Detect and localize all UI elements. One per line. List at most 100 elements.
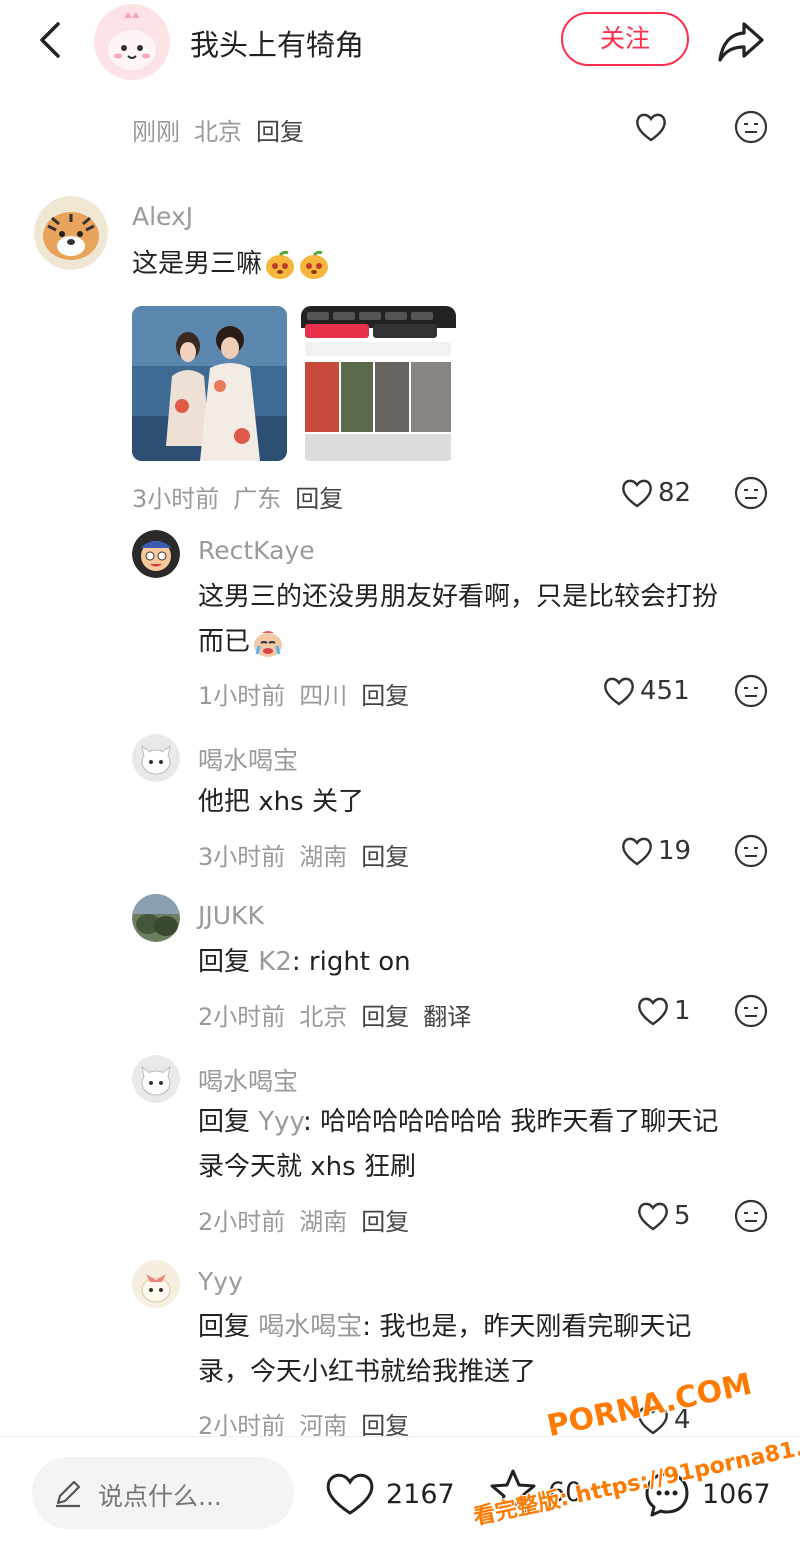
comment-photo-screenshot[interactable] (301, 306, 456, 461)
comment-username[interactable]: AlexJ (132, 202, 193, 231)
emoji-reaction-icon[interactable] (734, 994, 768, 1028)
avatar-jjukk[interactable] (132, 894, 180, 942)
reply-link[interactable]: 回复 (295, 485, 343, 513)
emoji-reaction-icon[interactable] (734, 110, 768, 144)
reply-meta: 2小时前 北京 回复 翻译 (198, 997, 485, 1032)
post-like-count: 2167 (386, 1478, 455, 1510)
avatar-heshuihebao[interactable] (132, 1055, 180, 1103)
reply-meta: 2小时前 湖南 回复 (198, 1202, 423, 1237)
like-heart-icon[interactable] (634, 110, 668, 144)
reply-like-button[interactable]: 5 (636, 1199, 691, 1233)
avatar-alexj[interactable] (34, 196, 108, 270)
comment-meta: 3小时前 广东 回复 (132, 479, 357, 514)
reply-username[interactable]: RectKaye (198, 536, 315, 565)
reply-text-line: 这男三的还没男朋友好看啊，只是比较会打扮 (198, 582, 719, 612)
mango-emoji-icon (298, 249, 330, 281)
post-comment-count: 1067 (702, 1478, 771, 1510)
reply-text-line: 录今天就 xhs 狂刷 (198, 1152, 416, 1182)
reply-meta: 1小时前 四川 回复 (198, 676, 423, 711)
reply-like-button[interactable]: 451 (602, 674, 690, 708)
reply-text-line: 回复 喝水喝宝: 我也是，昨天刚看完聊天记 (198, 1305, 691, 1350)
mango-emoji-icon (264, 249, 296, 281)
reply-text-body: : right on (291, 947, 411, 977)
reply-like-button[interactable]: 1 (636, 994, 691, 1028)
emoji-reaction-icon[interactable] (734, 1199, 768, 1233)
back-icon[interactable] (32, 20, 72, 60)
reply-location: 湖南 (299, 1208, 348, 1236)
reply-location: 北京 (299, 1003, 348, 1031)
reply-text-line: 回复 Yyy: 哈哈哈哈哈哈哈 我昨天看了聊天记 (198, 1100, 718, 1145)
comment-location: 北京 (194, 118, 242, 146)
comment-time: 刚刚 (132, 118, 180, 146)
reply-prefix: 回复 (198, 947, 251, 977)
like-count: 1 (674, 996, 691, 1026)
reply-text-line: 而已 (198, 620, 718, 665)
reply-username[interactable]: 喝水喝宝 (198, 741, 298, 777)
emoji-reaction-icon[interactable] (734, 834, 768, 868)
heart-icon (326, 1473, 374, 1515)
reply-time: 2小时前 (198, 1208, 286, 1236)
reply-location: 四川 (299, 682, 348, 710)
pencil-icon (56, 1480, 81, 1508)
comment-meta: 刚刚 北京 回复 (132, 112, 318, 147)
reply-target-user[interactable]: 喝水喝宝 (258, 1312, 362, 1342)
reply-username[interactable]: Yyy (198, 1267, 243, 1296)
heart-icon (604, 677, 634, 706)
like-count: 451 (640, 676, 690, 706)
share-icon[interactable] (716, 16, 766, 66)
like-count: 82 (658, 478, 692, 508)
reply-time: 2小时前 (198, 1003, 286, 1031)
author-name[interactable]: 我头上有犄角 (190, 22, 364, 64)
like-count: 5 (674, 1201, 691, 1231)
comment-time: 3小时前 (132, 485, 220, 513)
author-avatar[interactable] (94, 4, 170, 80)
reply-target-user[interactable]: K2 (258, 947, 292, 977)
reply-text: 他把 xhs 关了 (198, 787, 364, 817)
like-post-button[interactable]: 2167 (324, 1471, 455, 1517)
top-nav-bar: 我头上有犄角 关注 (0, 0, 800, 84)
comment-like-button[interactable]: 82 (620, 476, 691, 510)
reply-prefix: 回复 (198, 1312, 251, 1342)
avatar-yyy[interactable] (132, 1260, 180, 1308)
reply-link[interactable]: 回复 (256, 118, 304, 146)
reply-text: 这男三的还没男朋友好看啊，只是比较会打扮 而已 (198, 575, 718, 665)
reply-text: 回复 喝水喝宝: 我也是，昨天刚看完聊天记 录，今天小红书就给我推送了 (198, 1305, 691, 1395)
reply-like-button[interactable]: 19 (620, 834, 691, 868)
reply-text-body: : 我也是，昨天刚看完聊天记 (362, 1312, 692, 1342)
reply-text-line: 录，今天小红书就给我推送了 (198, 1357, 537, 1387)
reply-prefix: 回复 (198, 1107, 251, 1137)
reply-target-user[interactable]: Yyy (258, 1107, 303, 1137)
reply-link[interactable]: 回复 (361, 1003, 409, 1031)
reply-text-body: : 哈哈哈哈哈哈哈 我昨天看了聊天记 (303, 1107, 719, 1137)
reply-text-tail: 而已 (198, 627, 251, 657)
comment-text-body: 这是男三嘛 (132, 249, 263, 279)
heart-icon (638, 1202, 668, 1231)
emoji-reaction-icon[interactable] (734, 674, 768, 708)
reply-meta: 3小时前 湖南 回复 (198, 837, 423, 872)
heart-icon (638, 997, 668, 1026)
reply-location: 湖南 (299, 843, 348, 871)
comment-input[interactable]: 说点什么... (32, 1457, 294, 1529)
emoji-reaction-icon[interactable] (734, 476, 768, 510)
reply-username[interactable]: JJUKK (198, 901, 264, 930)
reply-link[interactable]: 回复 (361, 682, 409, 710)
comment-photo-wedding[interactable] (132, 306, 287, 461)
comment-text: 这是男三嘛 (132, 242, 330, 287)
like-count: 19 (658, 836, 692, 866)
follow-button[interactable]: 关注 (561, 12, 689, 66)
reply-username[interactable]: 喝水喝宝 (198, 1062, 298, 1098)
translate-link[interactable]: 翻译 (423, 1003, 471, 1031)
avatar-rectkaye[interactable] (132, 530, 180, 578)
reply-link[interactable]: 回复 (361, 843, 409, 871)
reply-link[interactable]: 回复 (361, 1208, 409, 1236)
reply-text: 回复 Yyy: 哈哈哈哈哈哈哈 我昨天看了聊天记 录今天就 xhs 狂刷 (198, 1100, 718, 1190)
comment-location: 广东 (233, 485, 282, 513)
reply-text: 回复 K2: right on (198, 940, 411, 985)
reply-time: 3小时前 (198, 843, 286, 871)
crying-emoji-icon (252, 627, 284, 659)
heart-icon (622, 479, 652, 508)
avatar-heshuihebao[interactable] (132, 734, 180, 782)
heart-icon (622, 837, 652, 866)
reply-time: 1小时前 (198, 682, 286, 710)
comment-input-placeholder: 说点什么... (98, 1482, 222, 1511)
